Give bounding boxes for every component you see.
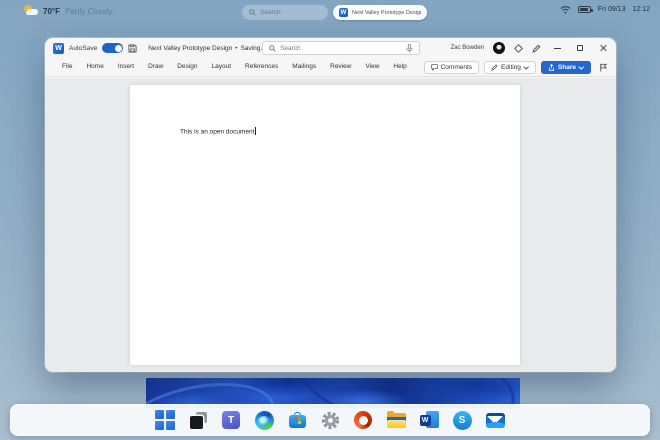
comment-icon: [431, 64, 438, 71]
sun-cloud-weather-icon: [24, 5, 38, 17]
share-icon: [548, 64, 555, 71]
comments-label: Comments: [441, 64, 472, 71]
office-icon: [354, 411, 372, 429]
close-icon[interactable]: [596, 41, 610, 55]
search-icon: [269, 45, 276, 52]
microsoft-store-icon: [289, 412, 306, 428]
save-icon[interactable]: [128, 44, 137, 53]
text-cursor: [255, 127, 256, 135]
share-button[interactable]: Share: [541, 61, 591, 74]
taskbar: T W S: [10, 404, 650, 436]
document-text-content: This is an open document: [180, 129, 254, 136]
topbar-search-input[interactable]: Search: [242, 5, 328, 20]
comments-button[interactable]: Comments: [424, 61, 479, 74]
task-view-icon: [190, 412, 207, 429]
document-title-menu[interactable]: Next Valley Prototype Design • Saving...: [148, 45, 274, 52]
tab-home[interactable]: Home: [79, 58, 110, 76]
skype-icon: S: [453, 411, 472, 430]
ribbon-bar: File Home Insert Draw Design Layout Refe…: [45, 58, 616, 77]
document-canvas: This is an open document: [45, 78, 616, 372]
avatar[interactable]: [493, 42, 505, 54]
taskbar-icon-start[interactable]: [155, 410, 176, 431]
document-title: Next Valley Prototype Design: [148, 45, 232, 52]
taskbar-icon-skype[interactable]: S: [452, 410, 473, 431]
ribbon-tabs: File Home Insert Draw Design Layout Refe…: [55, 58, 414, 76]
word-window: W AutoSave Next Valley Prototype Design …: [45, 38, 616, 372]
autosave-label: AutoSave: [69, 45, 97, 52]
document-page[interactable]: This is an open document: [130, 85, 520, 365]
taskbar-icon-file-explorer[interactable]: [386, 410, 407, 431]
editing-label: Editing: [501, 64, 521, 71]
taskbar-icon-task-view[interactable]: [188, 410, 209, 431]
weather-condition: Partly Cloudy: [65, 7, 113, 16]
chevron-down-icon: [579, 65, 584, 70]
word-icon: W: [339, 8, 348, 17]
pen-icon[interactable]: [532, 44, 541, 53]
word-icon: W: [420, 411, 439, 429]
weather-widget[interactable]: 70°F Partly Cloudy: [24, 5, 113, 17]
system-tray[interactable]: Fri 09/13 12:12: [560, 5, 650, 14]
word-search-input[interactable]: Search: [262, 41, 420, 55]
desktop: { "topbar": { "weather": { "temperature"…: [0, 0, 660, 440]
maximize-icon[interactable]: [573, 41, 587, 55]
system-topbar: 70°F Partly Cloudy Search W Next Valley …: [0, 0, 660, 26]
tab-references[interactable]: References: [238, 58, 285, 76]
flag-icon[interactable]: [599, 63, 608, 72]
document-text[interactable]: This is an open document: [180, 127, 256, 136]
share-label: Share: [558, 64, 576, 71]
search-icon: [249, 9, 256, 16]
word-search-placeholder: Search: [280, 45, 402, 52]
mail-icon: [486, 413, 505, 428]
mic-icon[interactable]: [406, 44, 413, 53]
gem-icon[interactable]: [514, 44, 523, 53]
active-app-pill[interactable]: W Next Valley Prototype Design: [333, 5, 427, 20]
tab-insert[interactable]: Insert: [111, 58, 141, 76]
tab-help[interactable]: Help: [386, 58, 413, 76]
taskbar-icon-teams[interactable]: T: [221, 410, 242, 431]
word-titlebar[interactable]: W AutoSave Next Valley Prototype Design …: [45, 38, 616, 58]
tab-review[interactable]: Review: [323, 58, 358, 76]
tab-layout[interactable]: Layout: [205, 58, 239, 76]
tab-view[interactable]: View: [358, 58, 386, 76]
tab-draw[interactable]: Draw: [141, 58, 170, 76]
wifi-icon[interactable]: [560, 5, 571, 14]
taskbar-icon-settings[interactable]: [320, 410, 341, 431]
windows-start-icon: [155, 410, 175, 430]
topbar-search-placeholder: Search: [260, 9, 281, 16]
user-name: Zac Bowden: [451, 45, 484, 51]
chevron-down-icon: [524, 65, 529, 70]
status-separator: •: [235, 45, 237, 52]
weather-temperature: 70°F: [43, 7, 60, 16]
taskbar-icon-microsoft-store[interactable]: [287, 410, 308, 431]
minimize-icon[interactable]: [550, 41, 564, 55]
autosave-toggle[interactable]: [102, 43, 123, 53]
tray-date[interactable]: Fri 09/13: [598, 6, 626, 13]
edge-icon: [255, 411, 274, 430]
pen-icon: [491, 64, 498, 71]
battery-icon[interactable]: [578, 6, 591, 13]
taskbar-icon-edge[interactable]: [254, 410, 275, 431]
taskbar-icon-mail[interactable]: [485, 410, 506, 431]
tab-file[interactable]: File: [55, 58, 79, 76]
word-icon[interactable]: W: [53, 43, 64, 54]
active-app-label: Next Valley Prototype Design: [352, 10, 421, 16]
tab-mailings[interactable]: Mailings: [285, 58, 323, 76]
teams-icon: T: [222, 411, 240, 429]
taskbar-icon-office[interactable]: [353, 410, 374, 431]
taskbar-icon-word[interactable]: W: [419, 410, 440, 431]
gear-icon: [320, 410, 341, 431]
editing-button[interactable]: Editing: [484, 61, 536, 74]
tray-time[interactable]: 12:12: [632, 6, 650, 13]
file-explorer-icon: [387, 413, 406, 428]
tab-design[interactable]: Design: [170, 58, 204, 76]
